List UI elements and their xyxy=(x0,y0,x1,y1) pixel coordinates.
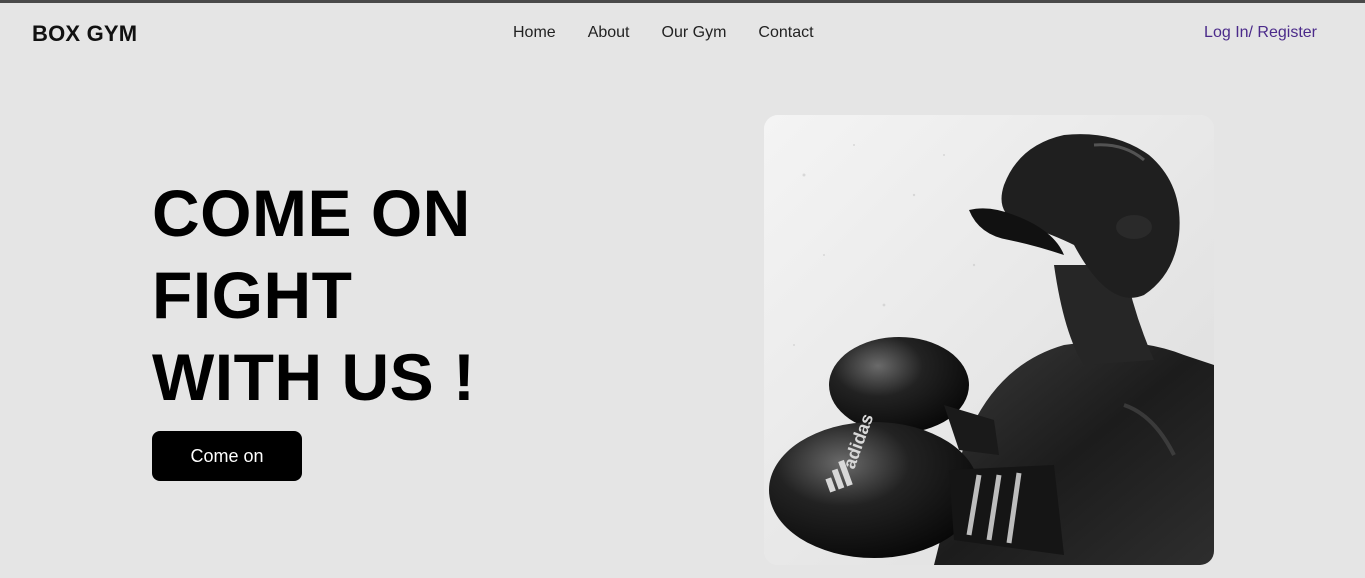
brand-logo[interactable]: BOX GYM xyxy=(32,21,137,47)
hero-title-line-2: FIGHT xyxy=(152,258,353,332)
hero-title-line-3: WITH US ! xyxy=(152,340,476,414)
nav-item-our-gym[interactable]: Our Gym xyxy=(662,24,727,42)
main-nav: Home About Our Gym Contact xyxy=(513,24,814,42)
hero-title-line-1: COME ON xyxy=(152,176,471,250)
boxer-illustration: adidas xyxy=(764,115,1214,565)
boxer-ear xyxy=(1116,215,1152,239)
lower-glove xyxy=(769,422,979,558)
nav-item-about[interactable]: About xyxy=(588,24,630,42)
upper-glove xyxy=(829,337,969,433)
come-on-button[interactable]: Come on xyxy=(152,431,302,481)
lower-glove-cuff xyxy=(949,465,1064,555)
boxer-photo: adidas xyxy=(764,115,1214,565)
top-border xyxy=(0,0,1365,3)
hero-title: COME ON FIGHT WITH US ! xyxy=(152,172,475,418)
nav-item-contact[interactable]: Contact xyxy=(758,24,813,42)
login-register-link[interactable]: Log In/ Register xyxy=(1204,24,1317,42)
nav-item-home[interactable]: Home xyxy=(513,24,556,42)
